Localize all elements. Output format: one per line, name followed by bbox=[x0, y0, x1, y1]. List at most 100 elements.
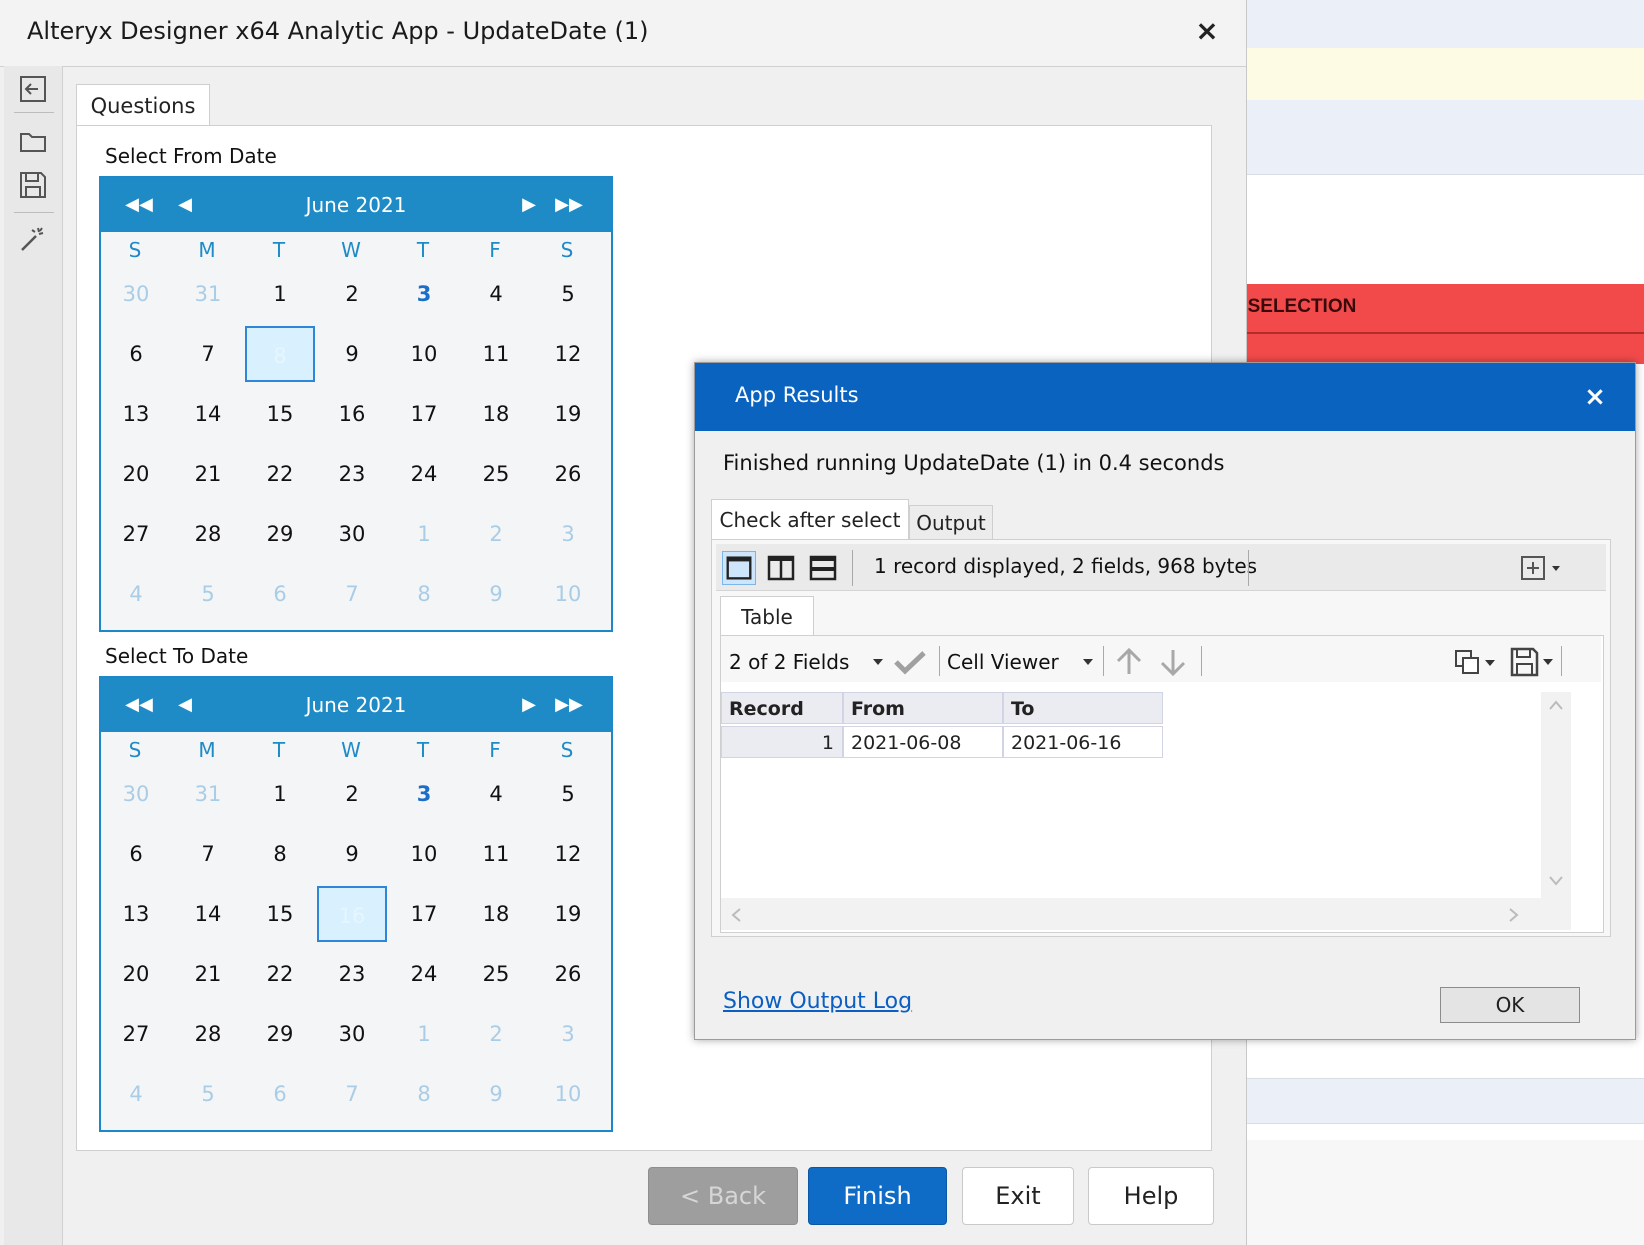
calendar-day[interactable]: 24 bbox=[389, 946, 459, 1002]
tab-output[interactable]: Output bbox=[909, 505, 993, 540]
magic-wand-icon[interactable] bbox=[18, 224, 48, 254]
calendar-day[interactable]: 10 bbox=[389, 826, 459, 882]
column-header-from[interactable]: From bbox=[843, 692, 1003, 724]
next-year-icon[interactable]: ▶▶ bbox=[541, 178, 597, 232]
exit-button[interactable]: Exit bbox=[962, 1167, 1074, 1225]
calendar-day[interactable]: 2 bbox=[317, 766, 387, 822]
calendar-day[interactable]: 10 bbox=[389, 326, 459, 382]
calendar-day[interactable]: 5 bbox=[173, 1066, 243, 1122]
arrow-down-icon[interactable] bbox=[1157, 646, 1189, 678]
calendar-day[interactable]: 2 bbox=[461, 506, 531, 562]
calendar-day[interactable]: 10 bbox=[533, 566, 603, 622]
table-cell-from[interactable]: 2021-06-08 bbox=[843, 726, 1003, 758]
calendar-day[interactable]: 8 bbox=[389, 566, 459, 622]
calendar-day[interactable]: 7 bbox=[173, 826, 243, 882]
calendar-day[interactable]: 1 bbox=[245, 766, 315, 822]
help-button[interactable]: Help bbox=[1088, 1167, 1214, 1225]
calendar-day[interactable]: 30 bbox=[317, 1006, 387, 1062]
prev-month-icon[interactable]: ◀ bbox=[157, 678, 213, 732]
calendar-day[interactable]: 23 bbox=[317, 946, 387, 1002]
save-icon[interactable] bbox=[1509, 646, 1557, 678]
calendar-day[interactable]: 13 bbox=[101, 386, 171, 442]
calendar-day[interactable]: 27 bbox=[101, 1006, 171, 1062]
calendar-day[interactable]: 30 bbox=[101, 266, 171, 322]
calendar-day[interactable]: 3 bbox=[533, 1006, 603, 1062]
save-icon[interactable] bbox=[18, 170, 48, 200]
calendar-day[interactable]: 13 bbox=[101, 886, 171, 942]
calendar-day[interactable]: 12 bbox=[533, 326, 603, 382]
chevron-down-icon[interactable] bbox=[1548, 874, 1564, 888]
calendar-day[interactable]: 15 bbox=[245, 386, 315, 442]
calendar-day[interactable]: 9 bbox=[317, 326, 387, 382]
calendar-day[interactable]: 21 bbox=[173, 946, 243, 1002]
horizontal-scrollbar[interactable] bbox=[721, 898, 1571, 930]
calendar-day[interactable]: 19 bbox=[533, 886, 603, 942]
calendar-day[interactable]: 16 bbox=[317, 886, 387, 942]
calendar-day[interactable]: 31 bbox=[173, 766, 243, 822]
calendar-day[interactable]: 29 bbox=[245, 506, 315, 562]
calendar-day[interactable]: 6 bbox=[245, 1066, 315, 1122]
calendar-month-title[interactable]: June 2021 bbox=[251, 178, 461, 232]
calendar-day[interactable]: 19 bbox=[533, 386, 603, 442]
calendar-day[interactable]: 8 bbox=[389, 1066, 459, 1122]
tab-table[interactable]: Table bbox=[720, 596, 814, 637]
calendar-day[interactable]: 24 bbox=[389, 446, 459, 502]
calendar-day[interactable]: 30 bbox=[101, 766, 171, 822]
split-horizontal-icon[interactable] bbox=[806, 551, 840, 585]
calendar-day[interactable]: 17 bbox=[389, 886, 459, 942]
calendar-day[interactable]: 2 bbox=[317, 266, 387, 322]
calendar-day[interactable]: 20 bbox=[101, 946, 171, 1002]
add-window-icon[interactable] bbox=[1520, 554, 1564, 582]
calendar-day[interactable]: 6 bbox=[101, 326, 171, 382]
calendar-day[interactable]: 1 bbox=[245, 266, 315, 322]
calendar-day[interactable]: 9 bbox=[461, 566, 531, 622]
window-close-button[interactable]: × bbox=[1192, 14, 1222, 48]
chevron-right-icon[interactable] bbox=[1507, 907, 1521, 923]
calendar-day[interactable]: 5 bbox=[533, 766, 603, 822]
column-header-to[interactable]: To bbox=[1003, 692, 1163, 724]
fields-selector[interactable]: 2 of 2 Fields bbox=[729, 650, 849, 674]
table-cell-to[interactable]: 2021-06-16 bbox=[1003, 726, 1163, 758]
calendar-day[interactable]: 18 bbox=[461, 886, 531, 942]
calendar-day[interactable]: 7 bbox=[317, 1066, 387, 1122]
calendar-day[interactable]: 15 bbox=[245, 886, 315, 942]
calendar-day[interactable]: 20 bbox=[101, 446, 171, 502]
calendar-day[interactable]: 30 bbox=[317, 506, 387, 562]
calendar-day[interactable]: 6 bbox=[245, 566, 315, 622]
calendar-day[interactable]: 3 bbox=[389, 266, 459, 322]
calendar-day[interactable]: 12 bbox=[533, 826, 603, 882]
calendar-day[interactable]: 1 bbox=[389, 1006, 459, 1062]
calendar-day[interactable]: 3 bbox=[533, 506, 603, 562]
next-year-icon[interactable]: ▶▶ bbox=[541, 678, 597, 732]
calendar-month-title[interactable]: June 2021 bbox=[251, 678, 461, 732]
finish-button[interactable]: Finish bbox=[808, 1167, 947, 1225]
prev-month-icon[interactable]: ◀ bbox=[157, 178, 213, 232]
tab-check-after-select[interactable]: Check after select bbox=[711, 499, 909, 540]
calendar-day[interactable]: 10 bbox=[533, 1066, 603, 1122]
calendar-day[interactable]: 2 bbox=[461, 1006, 531, 1062]
calendar-day[interactable]: 3 bbox=[389, 766, 459, 822]
calendar-day[interactable]: 31 bbox=[173, 266, 243, 322]
arrow-up-icon[interactable] bbox=[1113, 646, 1145, 678]
single-view-icon[interactable] bbox=[722, 551, 756, 585]
calendar-day[interactable]: 7 bbox=[317, 566, 387, 622]
column-header-record[interactable]: Record bbox=[721, 692, 843, 724]
collapse-panel-icon[interactable] bbox=[18, 74, 48, 104]
calendar-day[interactable]: 21 bbox=[173, 446, 243, 502]
calendar-day[interactable]: 4 bbox=[461, 266, 531, 322]
chevron-down-icon[interactable] bbox=[871, 654, 885, 668]
calendar-day[interactable]: 5 bbox=[173, 566, 243, 622]
calendar-day[interactable]: 16 bbox=[317, 386, 387, 442]
calendar-day[interactable]: 9 bbox=[461, 1066, 531, 1122]
chevron-down-icon[interactable] bbox=[1081, 654, 1095, 668]
calendar-day[interactable]: 25 bbox=[461, 946, 531, 1002]
calendar-day[interactable]: 5 bbox=[533, 266, 603, 322]
copy-icon[interactable] bbox=[1453, 648, 1499, 676]
checkmark-icon[interactable] bbox=[893, 648, 927, 676]
calendar-day[interactable]: 6 bbox=[101, 826, 171, 882]
calendar-day[interactable]: 23 bbox=[317, 446, 387, 502]
calendar-day[interactable]: 29 bbox=[245, 1006, 315, 1062]
table-cell-record[interactable]: 1 bbox=[721, 726, 843, 758]
calendar-day[interactable]: 4 bbox=[101, 1066, 171, 1122]
calendar-day[interactable]: 26 bbox=[533, 446, 603, 502]
